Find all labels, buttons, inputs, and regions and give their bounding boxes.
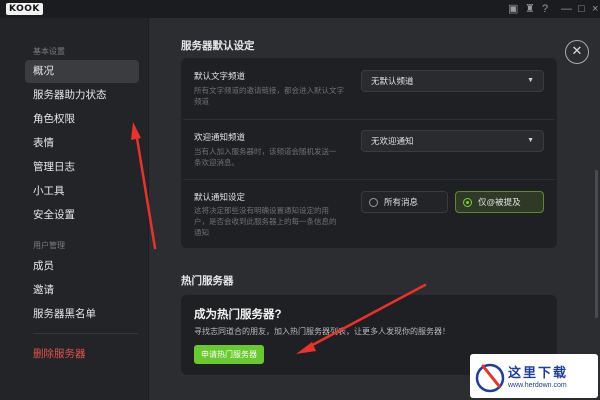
default-channel-select-value: 无默认频道 bbox=[371, 76, 414, 86]
row-divider bbox=[183, 119, 555, 120]
radio-selected-icon bbox=[463, 198, 472, 207]
hot-servers-section-title: 热门服务器 bbox=[181, 275, 234, 287]
welcome-channel-select[interactable]: 无欢迎通知 ▼ bbox=[361, 130, 544, 152]
inbox-icon[interactable]: ▣ bbox=[508, 2, 518, 16]
radio-all-messages-label: 所有消息 bbox=[384, 197, 419, 207]
section-label-users: 用户管理 bbox=[33, 241, 65, 250]
shirt-icon[interactable]: ♜ bbox=[525, 2, 535, 16]
row-desc-default-text-channel-1: 所有文字频道的邀请链接，都会进入默认文字 bbox=[194, 86, 344, 95]
close-settings-button[interactable]: ✕ bbox=[565, 40, 589, 64]
welcome-channel-select-value: 无欢迎通知 bbox=[371, 136, 414, 146]
apply-hot-server-button[interactable]: 申请热门服务器 bbox=[194, 345, 264, 364]
sidebar-item-boost-status[interactable]: 服务器助力状态 bbox=[25, 84, 139, 107]
sidebar-item-emoji[interactable]: 表情 bbox=[25, 132, 139, 155]
chevron-down-icon: ▼ bbox=[527, 137, 534, 144]
sidebar-item-security[interactable]: 安全设置 bbox=[25, 204, 139, 227]
radio-circle-icon bbox=[369, 198, 378, 207]
scrollbar[interactable] bbox=[595, 170, 598, 318]
close-window-icon[interactable]: × bbox=[592, 2, 598, 16]
row-title-default-text-channel: 默认文字频道 bbox=[194, 71, 246, 81]
default-channel-select[interactable]: 无默认频道 ▼ bbox=[361, 70, 544, 92]
watermark-logo-icon bbox=[475, 363, 505, 393]
kook-logo: KOOK bbox=[6, 3, 43, 15]
defaults-section-title: 服务器默认设定 bbox=[181, 40, 255, 52]
chevron-down-icon: ▼ bbox=[527, 77, 534, 84]
title-bar: KOOK ▣ ♜ ? — □ × bbox=[0, 0, 600, 18]
row-desc-default-notification-1: 这将决定那些没有明确设置通知设定的用 bbox=[194, 206, 329, 215]
row-desc-welcome-channel-2: 条欢迎消息。 bbox=[194, 158, 239, 167]
row-desc-welcome-channel-1: 当有人加入服务器时，该频道会随机发送一 bbox=[194, 147, 337, 156]
sidebar-divider bbox=[33, 333, 138, 334]
sidebar-item-audit-log[interactable]: 管理日志 bbox=[25, 156, 139, 179]
promo-title: 成为热门服务器? bbox=[194, 309, 282, 321]
row-desc-default-notification-3: 通知 bbox=[194, 228, 209, 237]
sidebar-item-members[interactable]: 成员 bbox=[25, 255, 139, 278]
help-icon[interactable]: ? bbox=[542, 2, 548, 16]
sidebar-item-blacklist[interactable]: 服务器黑名单 bbox=[25, 303, 139, 326]
watermark-url: www.herdown.com bbox=[508, 382, 567, 389]
maximize-icon[interactable]: □ bbox=[578, 2, 585, 16]
row-desc-default-text-channel-2: 频道 bbox=[194, 97, 209, 106]
site-watermark: 这里下载 www.herdown.com bbox=[470, 354, 598, 398]
radio-mentions-only[interactable]: 仅@被提及 bbox=[455, 191, 544, 213]
minimize-icon[interactable]: — bbox=[561, 2, 572, 16]
sidebar-item-roles[interactable]: 角色权限 bbox=[25, 108, 139, 131]
radio-mentions-only-label: 仅@被提及 bbox=[478, 197, 521, 207]
row-title-welcome-channel: 欢迎通知频道 bbox=[194, 132, 246, 142]
radio-all-messages[interactable]: 所有消息 bbox=[361, 191, 448, 213]
row-title-default-notification: 默认通知设定 bbox=[194, 192, 246, 202]
promo-description: 寻找志同道合的朋友，加入热门服务器列表，让更多人发现你的服务器！ bbox=[194, 327, 450, 336]
row-divider bbox=[183, 179, 555, 180]
section-label-basic: 基本设置 bbox=[33, 47, 65, 56]
sidebar-item-widgets[interactable]: 小工具 bbox=[25, 180, 139, 203]
watermark-text: 这里下载 bbox=[508, 366, 569, 381]
sidebar-item-delete-server[interactable]: 删除服务器 bbox=[25, 343, 139, 366]
sidebar-item-overview[interactable]: 概况 bbox=[25, 60, 139, 83]
sidebar-item-invites[interactable]: 邀请 bbox=[25, 279, 139, 302]
row-desc-default-notification-2: 户，是否会收到此服务器上的每一条信息的 bbox=[194, 217, 337, 226]
